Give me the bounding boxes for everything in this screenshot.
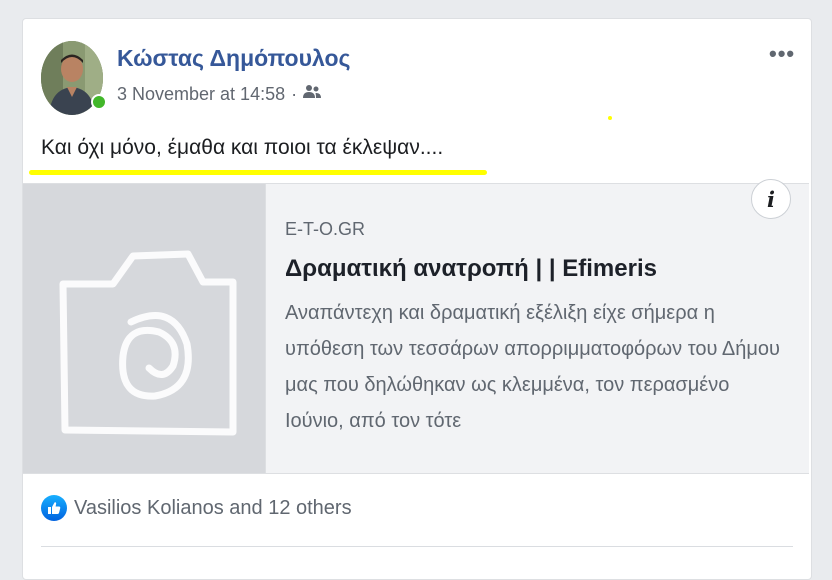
link-thumbnail[interactable]: [23, 184, 266, 473]
online-status-indicator: [91, 94, 107, 110]
friends-icon[interactable]: [303, 84, 322, 105]
camera-placeholder-icon: [23, 184, 265, 473]
post-timestamp[interactable]: 3 November at 14:58: [117, 84, 285, 105]
link-title[interactable]: Δραματική ανατροπή | | Efimeris: [285, 255, 657, 283]
more-options-icon[interactable]: •••: [769, 41, 795, 67]
reactions-summary[interactable]: Vasilios Kolianos and 12 others: [41, 495, 352, 521]
info-button[interactable]: i: [751, 179, 791, 219]
like-icon: [41, 495, 67, 521]
highlight-underline: [29, 170, 487, 175]
divider: [41, 546, 793, 547]
post-card: Κώστας Δημόπουλος 3 November at 14:58 · …: [22, 18, 812, 580]
reaction-count-text[interactable]: Vasilios Kolianos and 12 others: [74, 497, 352, 520]
link-domain: E-T-O.GR: [285, 219, 365, 239]
post-meta: 3 November at 14:58 ·: [117, 84, 322, 105]
post-message: Και όχι μόνο, έμαθα και ποιοι τα έκλεψαν…: [41, 136, 444, 159]
meta-separator: ·: [291, 84, 298, 104]
author-name[interactable]: Κώστας Δημόπουλος: [117, 45, 351, 72]
highlight-mark: [608, 116, 612, 120]
link-description: Αναπάντεχη και δραματική εξέλιξη είχε σή…: [285, 302, 780, 432]
